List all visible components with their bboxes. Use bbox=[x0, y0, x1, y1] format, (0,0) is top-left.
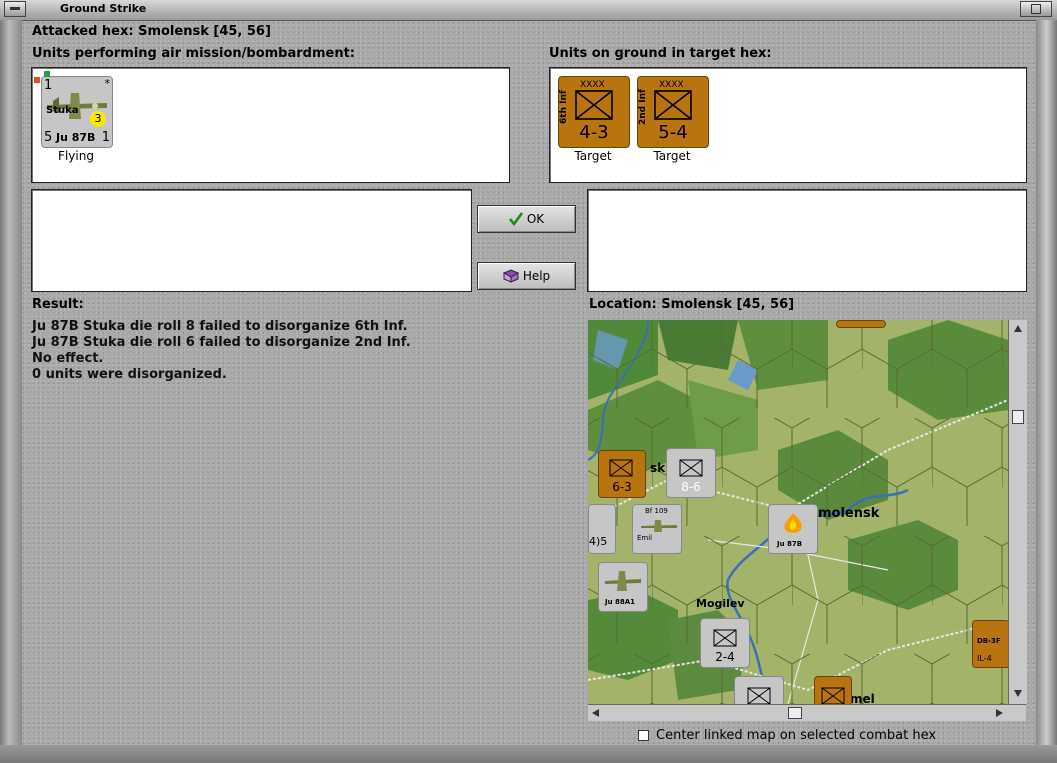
center-linked-map-label: Center linked map on selected combat hex bbox=[656, 728, 937, 743]
ground-details-panel bbox=[587, 189, 1027, 292]
result-line: Ju 87B Stuka die roll 6 failed to disorg… bbox=[32, 335, 411, 350]
unit-strength: 4)5 bbox=[589, 535, 608, 548]
location-label: Location: Smolensk [45, 56] bbox=[589, 297, 795, 312]
air-units-label: Units performing air mission/bombardment… bbox=[32, 46, 356, 61]
result-label: Result: bbox=[32, 297, 84, 312]
help-label: Help bbox=[522, 269, 551, 283]
infantry-icon bbox=[609, 459, 633, 477]
aircraft-name: Stuka bbox=[46, 105, 79, 116]
title-bar[interactable]: Ground Strike bbox=[0, 0, 1057, 21]
scroll-down-icon bbox=[1014, 690, 1022, 697]
infantry-icon bbox=[747, 687, 771, 704]
maximize-button[interactable] bbox=[1020, 1, 1052, 17]
aircraft-model: DB-3F bbox=[977, 637, 1001, 645]
map-air-counter[interactable]: Bf 109 Emil bbox=[632, 504, 682, 554]
stuka-counter[interactable]: 1 * Stuka 3 5 Ju 87B 1 bbox=[34, 71, 113, 148]
fire-icon bbox=[784, 513, 802, 533]
aircraft-model: Ju 88A1 bbox=[605, 598, 636, 606]
map-unit-counter[interactable]: 8-6 bbox=[666, 448, 716, 498]
counter-value: 5 bbox=[44, 130, 53, 145]
map-air-counter[interactable]: Ju 88A1 bbox=[598, 562, 648, 612]
unit-status-label: Target bbox=[574, 149, 612, 163]
result-line: Ju 87B Stuka die roll 8 failed to disorg… bbox=[32, 319, 408, 334]
infantry-counter[interactable]: XXXX 2nd Inf 5-4 bbox=[637, 76, 709, 148]
center-linked-map-checkbox[interactable] bbox=[638, 730, 649, 741]
aircraft-icon bbox=[605, 571, 641, 591]
unit-size: XXXX bbox=[659, 80, 684, 90]
unit-status-label: Target bbox=[653, 149, 691, 163]
city-label-mogilev: Mogilev bbox=[696, 597, 745, 610]
city-label-gomel: mel bbox=[850, 692, 875, 704]
unit-strength: 4-3 bbox=[579, 122, 609, 143]
infantry-counter[interactable]: XXXX 6th Inf 4-3 bbox=[558, 76, 630, 148]
unit-strength: 8-6 bbox=[681, 480, 701, 494]
ground-units-label: Units on ground in target hex: bbox=[549, 46, 772, 61]
help-button[interactable]: Help bbox=[477, 262, 576, 290]
aircraft-model: Bf 109 bbox=[645, 507, 668, 515]
map-unit-counter[interactable]: 2-4 bbox=[700, 618, 750, 668]
map-unit-counter[interactable] bbox=[734, 676, 784, 704]
ground-strike-window: Ground Strike Attacked hex: Smolensk [45… bbox=[0, 0, 1057, 763]
aircraft-icon bbox=[641, 520, 677, 532]
result-line: No effect. bbox=[32, 351, 104, 366]
ok-label: OK bbox=[526, 212, 545, 226]
aircraft-name: Emil bbox=[637, 534, 653, 542]
close-icon bbox=[10, 7, 20, 10]
air-details-panel bbox=[31, 189, 472, 292]
unit-name: 2nd Inf bbox=[638, 89, 648, 125]
ground-units-panel: XXXX 6th Inf 4-3 Target XXXX 2nd Inf 5-4… bbox=[549, 67, 1027, 183]
map-horizontal-scrollbar[interactable] bbox=[588, 704, 1026, 721]
scroll-left-icon bbox=[592, 709, 599, 717]
scroll-thumb[interactable] bbox=[788, 707, 802, 719]
unit-name: 6th Inf bbox=[559, 90, 569, 124]
book-icon bbox=[502, 269, 519, 283]
aircraft-model: Ju 87B bbox=[777, 540, 803, 548]
status-dot bbox=[44, 71, 50, 77]
right-frame bbox=[1036, 20, 1057, 763]
unit-strength: 5-4 bbox=[658, 122, 688, 143]
city-label-orsha: sk bbox=[650, 461, 666, 475]
aircraft-name: IL-4 bbox=[977, 654, 992, 663]
bottom-frame bbox=[0, 745, 1057, 763]
scroll-thumb[interactable] bbox=[1012, 410, 1024, 424]
infantry-icon bbox=[713, 629, 737, 647]
infantry-icon bbox=[575, 90, 613, 120]
status-dot bbox=[34, 77, 40, 83]
ok-button[interactable]: OK bbox=[477, 205, 576, 233]
infantry-icon bbox=[679, 459, 703, 477]
maximize-icon bbox=[1031, 4, 1041, 14]
map-air-counter[interactable]: Ju 87B bbox=[768, 504, 818, 554]
left-frame bbox=[0, 20, 22, 763]
counter-value: 1 bbox=[101, 130, 110, 145]
city-label-smolensk: molensk bbox=[818, 506, 880, 521]
unit-status-label: Flying bbox=[58, 149, 94, 163]
attacked-hex-label: Attacked hex: Smolensk [45, 56] bbox=[32, 24, 271, 39]
map-unit-counter[interactable] bbox=[814, 676, 852, 704]
hex-map[interactable]: molensk Mogilev mel sk 6-3 8-6 4)5 Bf 10… bbox=[588, 320, 1008, 704]
map-vertical-scrollbar[interactable] bbox=[1008, 320, 1027, 704]
map-unit-counter[interactable] bbox=[836, 320, 886, 328]
scroll-right-icon bbox=[996, 709, 1003, 717]
checkmark-icon bbox=[508, 212, 523, 226]
air-units-panel: 1 * Stuka 3 5 Ju 87B 1 Flying bbox=[31, 67, 510, 183]
result-line: 0 units were disorganized. bbox=[32, 367, 227, 382]
aircraft-model: Ju 87B bbox=[56, 131, 96, 144]
unit-size: XXXX bbox=[580, 80, 605, 90]
scroll-up-icon bbox=[1014, 325, 1022, 332]
map-unit-counter[interactable]: 6-3 bbox=[598, 450, 646, 498]
map-air-counter[interactable]: DB-3F IL-4 bbox=[972, 620, 1008, 668]
map-unit-counter[interactable]: 4)5 bbox=[588, 504, 616, 554]
window-title: Ground Strike bbox=[60, 2, 147, 15]
infantry-icon bbox=[654, 90, 692, 120]
close-button[interactable] bbox=[4, 1, 26, 17]
infantry-icon bbox=[821, 687, 845, 704]
unit-strength: 2-4 bbox=[715, 650, 735, 664]
unit-strength: 6-3 bbox=[612, 480, 632, 494]
badge-icon: 3 bbox=[90, 111, 106, 127]
